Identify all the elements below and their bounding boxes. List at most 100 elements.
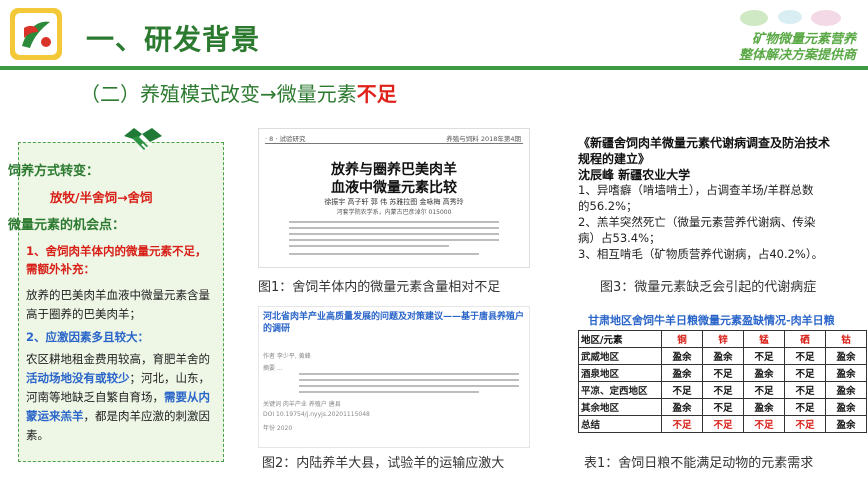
article-excerpt-2: 河北省肉羊产业高质量发展的问题及对策建议——基于唐县养殖户的调研 作者 李少平,… bbox=[258, 306, 530, 448]
table-header-cell: 锰 bbox=[743, 330, 785, 348]
table-cell: 盈余 bbox=[825, 364, 867, 382]
abstract-line bbox=[289, 239, 499, 241]
header-divider bbox=[0, 66, 868, 70]
header-rule bbox=[265, 143, 523, 144]
table-cell: 盈余 bbox=[743, 398, 785, 416]
panel-heading-feeding: 饲养方式转变： bbox=[8, 164, 100, 179]
abstract-line bbox=[289, 227, 499, 229]
table-row: 平凉、定西地区 不足 不足 不足 不足 盈余 bbox=[578, 381, 867, 399]
point-1-text: 放养的巴美肉羊血液中微量元素含量高于圈养的巴美肉羊； bbox=[26, 288, 210, 321]
table-cell: 不足 bbox=[743, 415, 785, 433]
abstract-line bbox=[299, 379, 519, 381]
paper-affiliation: 河套学院农学系，内蒙古巴彦淖尔 015000 bbox=[336, 209, 452, 216]
brand-tagline-2: 整体解决方案提供商 bbox=[738, 48, 856, 63]
table-header-row: 地区/元素 铜 锌 锰 硒 钴 bbox=[578, 330, 867, 348]
abstract-line bbox=[289, 245, 449, 247]
table-cell: 不足 bbox=[702, 398, 744, 416]
table-cell: 其余地区 bbox=[578, 398, 662, 416]
table-cell: 不足 bbox=[784, 415, 826, 433]
article-meta-row: 作者 李少平, 黄峰 bbox=[263, 353, 311, 360]
table-cell: 不足 bbox=[661, 415, 703, 433]
reference-title-line2: 规程的建立》 bbox=[578, 152, 651, 166]
section-subtitle: （二）养殖模式改变→微量元素不足 bbox=[80, 78, 397, 107]
article-meta-row: 摘要 ... bbox=[263, 365, 283, 372]
feeding-change: 放牧/半舍饲→舍饲 bbox=[50, 190, 153, 205]
panel-heading-opportunity: 微量元素的机会点： bbox=[8, 218, 126, 233]
table-cell: 不足 bbox=[743, 347, 785, 365]
journal-header-left: · 8 · 试验研究 bbox=[265, 135, 306, 143]
reference-title-line1: 《新疆舍饲肉羊微量元素代谢病调查及防治技术 bbox=[578, 136, 831, 150]
reference-author: 沈辰峰 新疆农业大学 bbox=[578, 168, 691, 182]
subtitle-highlight: 不足 bbox=[356, 82, 397, 106]
article-title: 河北省肉羊产业高质量发展的问题及对策建议——基于唐县养殖户的调研 bbox=[263, 312, 525, 334]
table-cell: 不足 bbox=[702, 364, 744, 382]
table-cell: 不足 bbox=[784, 381, 826, 399]
table-header-cell: 地区/元素 bbox=[578, 330, 662, 348]
abstract-line bbox=[299, 385, 519, 387]
table-row-summary: 总结 不足 不足 不足 不足 盈余 bbox=[578, 415, 867, 433]
article-meta-row: DOI 10.19754/j.nyyjs.20201115048 bbox=[263, 411, 370, 418]
table-cell: 总结 bbox=[578, 415, 662, 433]
paper-title-line1: 放养与圈养巴美肉羊 bbox=[331, 162, 457, 178]
table-cell: 盈余 bbox=[661, 364, 703, 382]
reference-item: 1、异嗜癖（啃墙啃土），占调查羊场/羊群总数 bbox=[578, 183, 814, 197]
table-cell: 盈余 bbox=[825, 415, 867, 433]
text-emphasis: 活动场地没有或较少 bbox=[26, 371, 130, 385]
text-segment: 农区耕地租金费用较高，育肥羊舍的 bbox=[26, 352, 210, 366]
point-1-cont: 需额外补充： bbox=[26, 262, 95, 276]
table-cell: 盈余 bbox=[825, 398, 867, 416]
table-1-caption: 表1：舍饲日粮不能满足动物的元素需求 bbox=[584, 456, 814, 471]
abstract-line bbox=[289, 233, 499, 235]
table-cell: 不足 bbox=[784, 364, 826, 382]
table-cell: 盈余 bbox=[702, 347, 744, 365]
figure-2-caption: 图2：内陆养羊大县，试验羊的运输应激大 bbox=[262, 456, 505, 471]
table-cell: 盈余 bbox=[743, 364, 785, 382]
reference-item: 病）占53.4%； bbox=[578, 231, 661, 245]
abstract-line bbox=[299, 373, 519, 375]
table-cell: 不足 bbox=[661, 381, 703, 399]
abstract-line bbox=[289, 253, 479, 255]
company-logo bbox=[10, 8, 62, 60]
subtitle-text: （二）养殖模式改变→微量元素 bbox=[80, 82, 357, 106]
table-cell: 盈余 bbox=[661, 347, 703, 365]
element-table: 地区/元素 铜 锌 锰 硒 钴 武威地区 盈余 盈余 不足 不足 盈余 酒泉地区… bbox=[578, 330, 867, 433]
abstract-line bbox=[289, 221, 499, 223]
table-cell: 盈余 bbox=[661, 398, 703, 416]
point-1: 1、舍饲肉羊体内的微量元素不足， bbox=[26, 244, 207, 258]
table-cell: 平凉、定西地区 bbox=[578, 381, 662, 399]
figure-1-caption: 图1：舍饲羊体内的微量元素含量相对不足 bbox=[258, 280, 501, 295]
table-cell: 酒泉地区 bbox=[578, 364, 662, 382]
table-cell: 不足 bbox=[702, 381, 744, 399]
figure-3-caption: 图3：微量元素缺乏会引起的代谢病症 bbox=[600, 280, 817, 295]
paper-title-line2: 血液中微量元素比较 bbox=[331, 180, 457, 196]
table-row: 酒泉地区 盈余 不足 盈余 不足 盈余 bbox=[578, 364, 867, 382]
table-cell: 武威地区 bbox=[578, 347, 662, 365]
handshake-icon bbox=[124, 128, 162, 153]
point-2-text: 农区耕地租金费用较高，育肥羊舍的活动场地没有或较少；河北，山东，河南等地缺乏自繁… bbox=[26, 350, 218, 445]
table-header-cell: 钴 bbox=[825, 330, 867, 348]
paper-authors: 徐振宇 高子轩 郭 伟 苏雅拉图 金咏梅 高秀玲 bbox=[324, 198, 464, 206]
reference-item: 的56.2%； bbox=[578, 199, 638, 213]
table-row: 武威地区 盈余 盈余 不足 不足 盈余 bbox=[578, 347, 867, 365]
article-meta-row: 关键词 肉羊产业 养殖户 唐县 bbox=[263, 401, 341, 408]
table-cell: 不足 bbox=[702, 415, 744, 433]
table-cell: 盈余 bbox=[825, 381, 867, 399]
table-cell: 不足 bbox=[743, 381, 785, 399]
article-meta-row: 年份 2020 bbox=[263, 425, 293, 432]
table-cell: 不足 bbox=[784, 398, 826, 416]
page-title: 一、研发背景 bbox=[86, 23, 261, 56]
table-header-cell: 硒 bbox=[784, 330, 826, 348]
table-header-cell: 锌 bbox=[702, 330, 744, 348]
reference-item: 2、羔羊突然死亡（微量元素营养代谢病、传染 bbox=[578, 215, 816, 229]
journal-header-right: 养殖与饲料 2018年第4期 bbox=[446, 135, 521, 143]
reference-item: 3、相互啃毛（矿物质营养代谢病，占40.2%）。 bbox=[578, 247, 824, 261]
point-2: 2、应激因素多且较大： bbox=[26, 330, 150, 344]
abstract-line bbox=[299, 391, 479, 393]
table-cell: 不足 bbox=[784, 347, 826, 365]
animals-illustration bbox=[740, 10, 841, 26]
paper-excerpt-1: · 8 · 试验研究 养殖与饲料 2018年第4期 放养与圈养巴美肉羊 血液中微… bbox=[258, 128, 530, 268]
table-header-cell: 铜 bbox=[661, 330, 703, 348]
table-row: 其余地区 盈余 不足 盈余 不足 盈余 bbox=[578, 398, 867, 416]
table-title: 甘肃地区舍饲牛羊日粮微量元素盈缺情况-肉羊日粮 bbox=[588, 314, 835, 327]
table-cell: 盈余 bbox=[825, 347, 867, 365]
